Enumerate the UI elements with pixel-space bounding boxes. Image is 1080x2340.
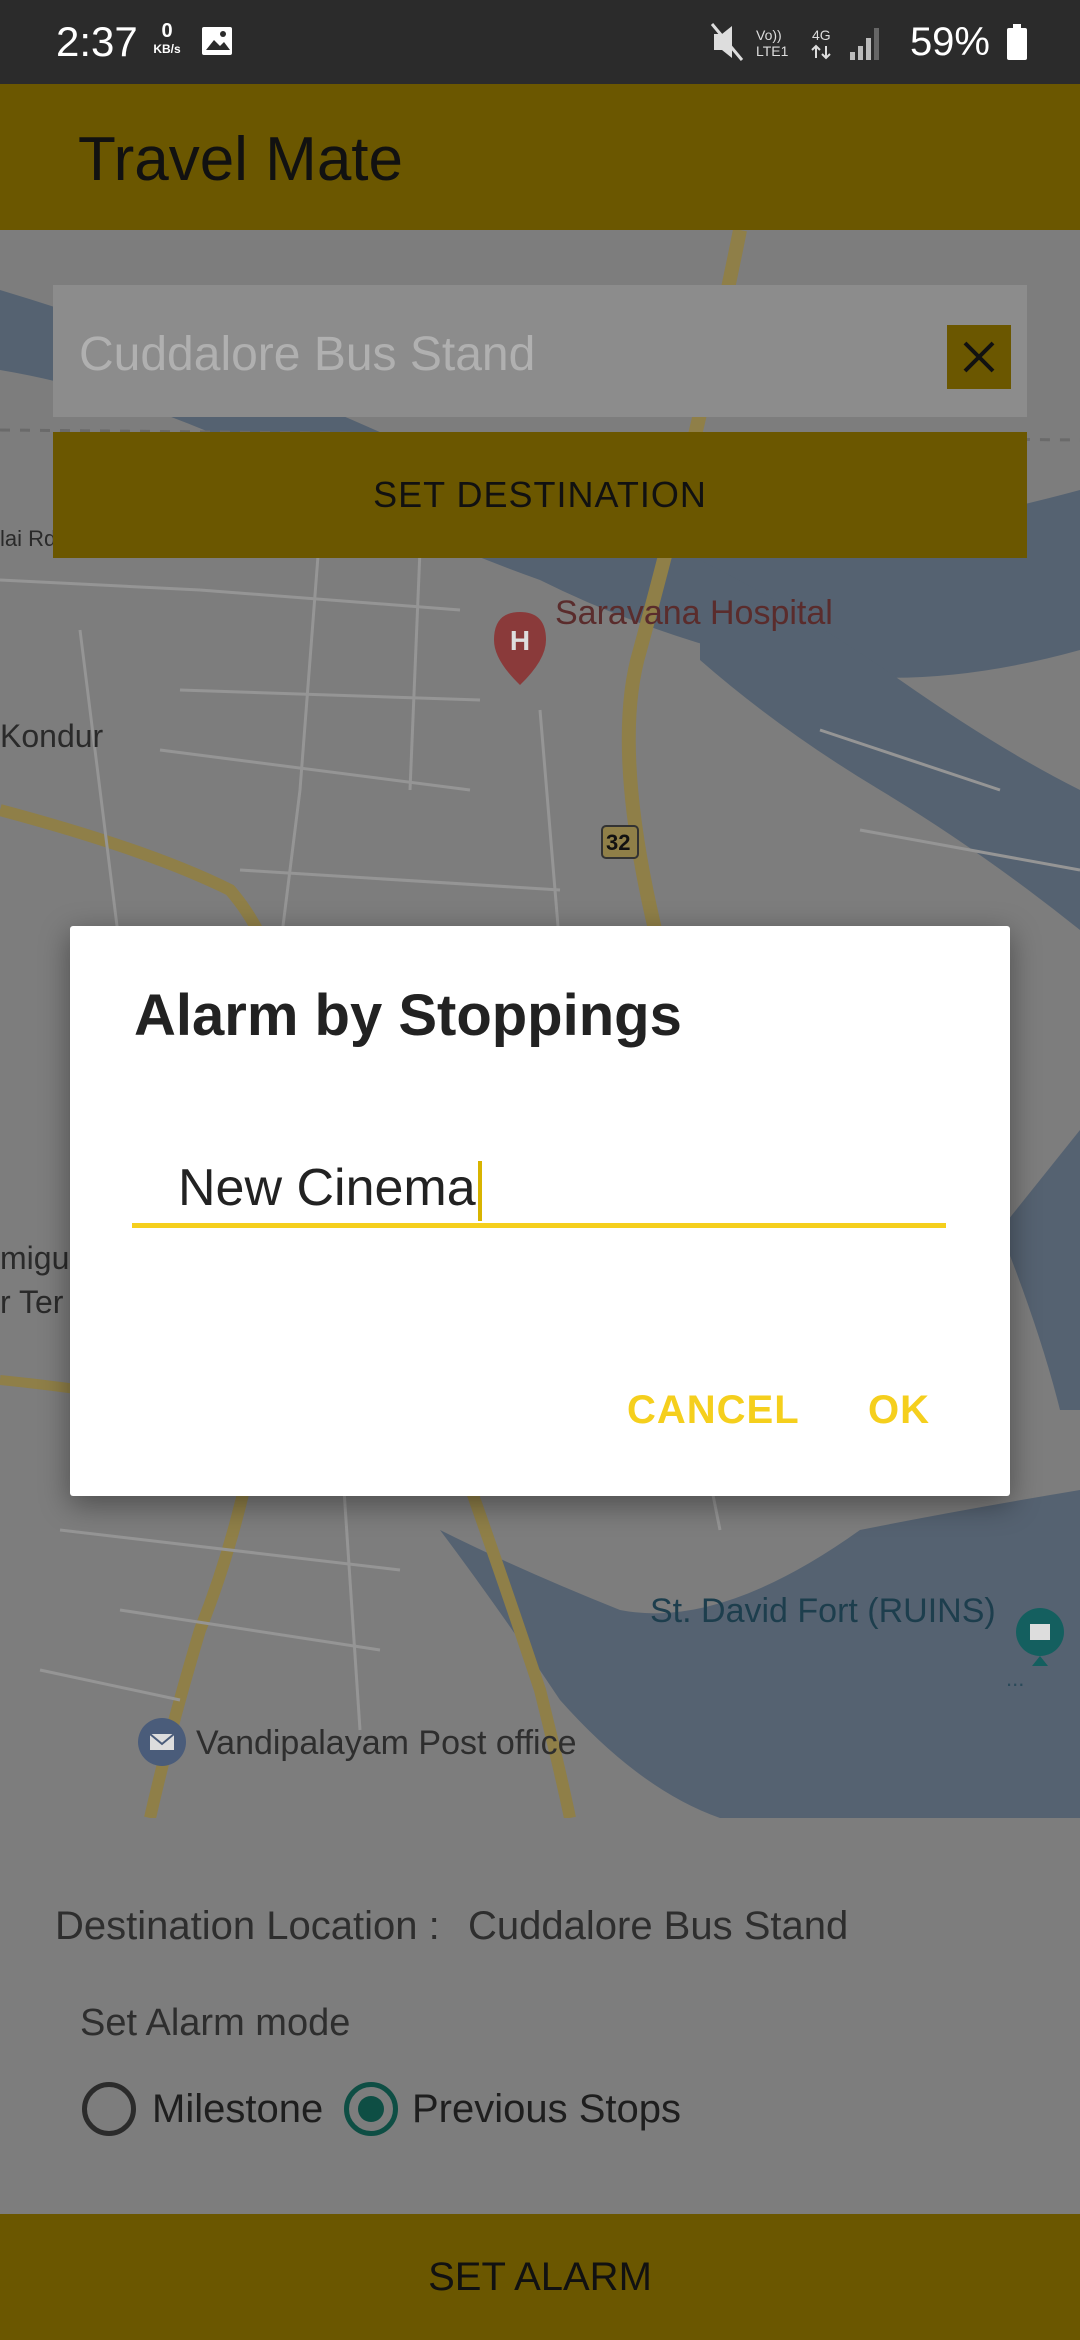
set-alarm-button[interactable]: SET ALARM <box>0 2214 1080 2340</box>
milestone-radio-label[interactable]: Milestone <box>152 2082 323 2136</box>
map-label-david-fort: St. David Fort (RUINS) <box>650 1592 996 1630</box>
map-label-migu: migu <box>0 1240 70 1276</box>
cancel-button[interactable]: CANCEL <box>627 1388 800 1433</box>
destination-search-value: Cuddalore Bus Stand <box>79 328 536 381</box>
text-cursor <box>477 1161 482 1222</box>
map-label-road-32: 32 <box>606 830 631 855</box>
status-icons: Vo)) LTE1 4G <box>710 20 930 69</box>
destination-location-label: Destination Location : <box>55 1904 440 1948</box>
destination-location-value: Cuddalore Bus Stand <box>468 1904 849 1948</box>
status-bar: 2:37 0 KB/s Vo)) LTE1 4G 59% <box>0 0 1080 84</box>
set-destination-button[interactable]: SET DESTINATION <box>53 432 1027 558</box>
map-label-kondur: Kondur <box>0 718 104 754</box>
hospital-pin-icon: H <box>494 612 546 685</box>
signal-icon <box>850 28 879 60</box>
data-rate: 0 KB/s <box>153 20 181 56</box>
map-label-rd: lai Rd <box>0 526 57 551</box>
previous-stops-radio-label[interactable]: Previous Stops <box>412 2082 681 2136</box>
mute-icon <box>710 23 744 61</box>
map-label-ter: r Ter <box>0 1284 64 1320</box>
stop-name-input[interactable]: New Cinema <box>132 1148 946 1228</box>
svg-text:H: H <box>510 625 530 656</box>
svg-text:...: ... <box>1006 1666 1024 1691</box>
app-bar: Travel Mate <box>0 84 1080 230</box>
battery-percent: 59% <box>909 20 990 64</box>
image-icon <box>200 24 234 63</box>
clear-search-button[interactable] <box>947 325 1011 389</box>
alarm-by-stoppings-dialog: Alarm by Stoppings New Cinema CANCEL OK <box>70 926 1010 1496</box>
app-title: Travel Mate <box>78 125 404 194</box>
status-time: 2:37 <box>56 18 138 65</box>
4g-icon: 4G <box>812 27 831 43</box>
stop-name-input-value: New Cinema <box>178 1148 482 1228</box>
ok-button[interactable]: OK <box>868 1388 930 1433</box>
destination-search-field[interactable]: Cuddalore Bus Stand <box>53 285 1027 417</box>
alarm-mode-label: Set Alarm mode <box>80 2002 351 2044</box>
post-office-pin-icon <box>138 1718 186 1766</box>
map-label-saravana: Saravana Hospital <box>555 594 833 632</box>
milestone-radio[interactable] <box>82 2082 136 2136</box>
svg-text:LTE1: LTE1 <box>756 43 789 59</box>
volte-icon: Vo)) <box>756 27 782 43</box>
alarm-settings-panel: Destination Location : Cuddalore Bus Sta… <box>0 1818 1080 2214</box>
map-label-vandipalayam: Vandipalayam Post office <box>196 1724 577 1762</box>
close-icon <box>963 341 995 373</box>
previous-stops-radio[interactable] <box>344 2082 398 2136</box>
battery-icon <box>1006 24 1028 65</box>
dialog-title: Alarm by Stoppings <box>134 983 682 1048</box>
